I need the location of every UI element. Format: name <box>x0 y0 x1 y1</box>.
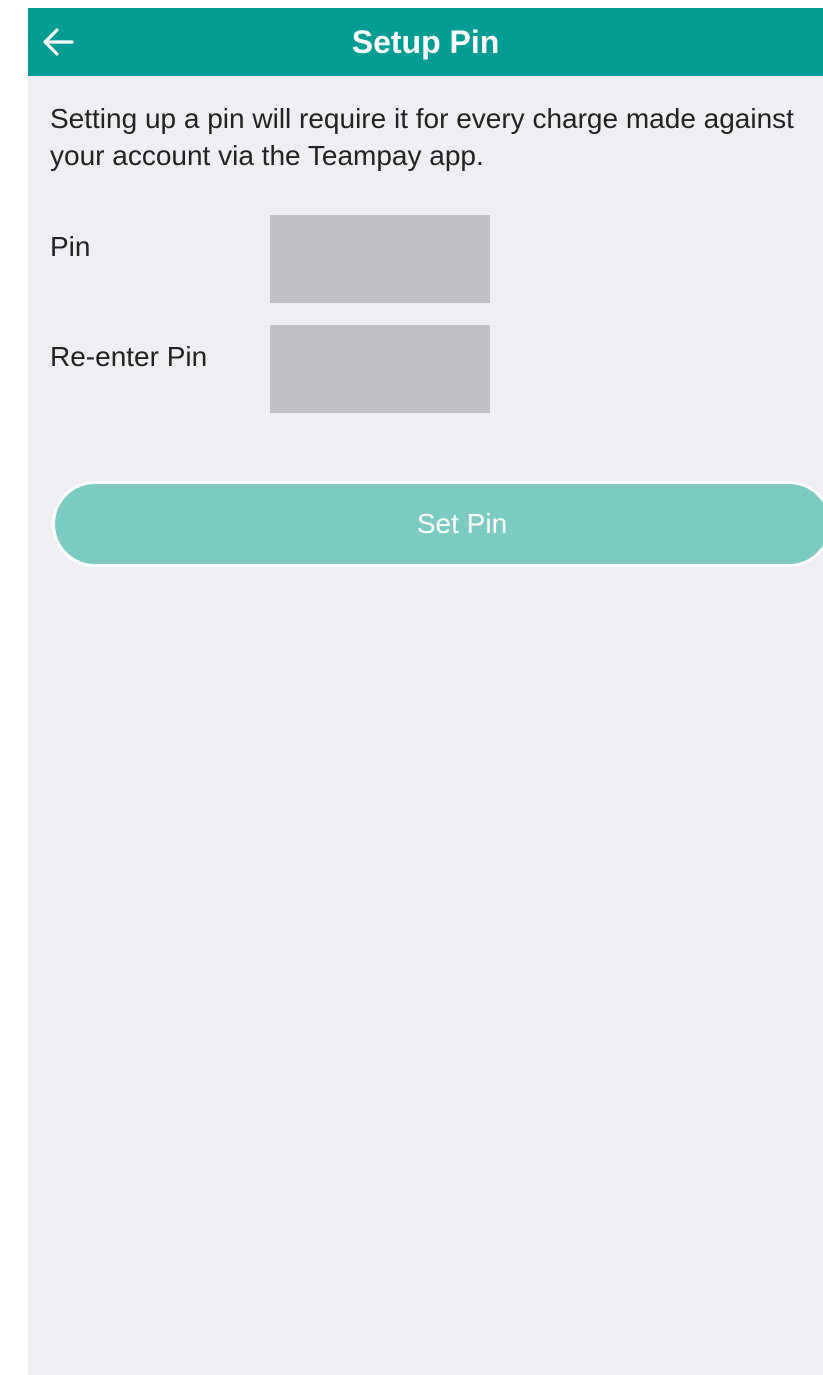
pin-input[interactable] <box>270 215 490 303</box>
reenter-pin-label: Re-enter Pin <box>50 341 208 372</box>
arrow-left-icon <box>43 28 74 56</box>
reenter-pin-input[interactable] <box>270 325 490 413</box>
page-title: Setup Pin <box>351 24 500 60</box>
back-button[interactable] <box>38 22 78 62</box>
set-pin-button[interactable]: Set Pin <box>52 481 823 567</box>
pin-label: Pin <box>50 231 91 262</box>
setup-pin-screen: Setup Pin Setting up a pin will require … <box>28 8 823 1375</box>
pin-description: Setting up a pin will require it for eve… <box>50 103 794 171</box>
nav-bar: Setup Pin <box>28 8 823 76</box>
